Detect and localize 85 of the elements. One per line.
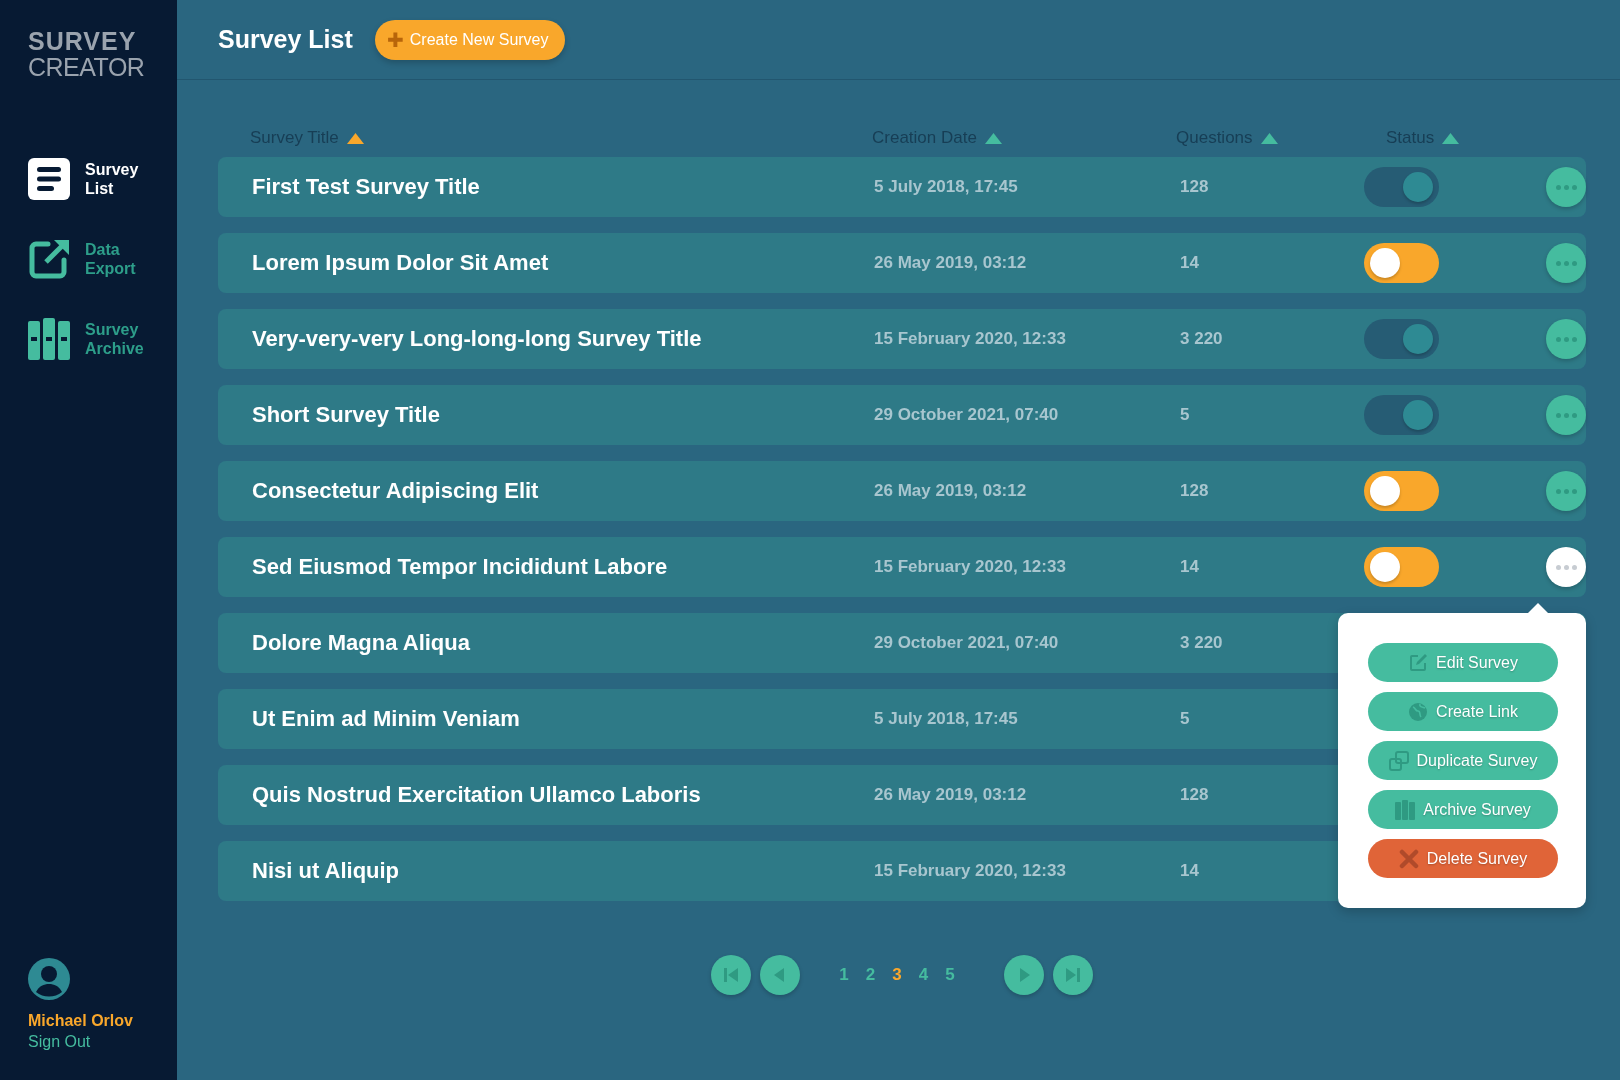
sidebar-item[interactable]: Survey Archive (85, 320, 144, 358)
survey-title: Ut Enim ad Minim Veniam (252, 706, 521, 732)
skip-forward-icon (1063, 966, 1082, 984)
question-count: 5 (1179, 709, 1191, 729)
logo-text: CREATOR (28, 54, 146, 80)
menu-item[interactable]: Duplicate Survey (1368, 741, 1558, 780)
duplicate-icon (1388, 750, 1409, 771)
creation-date: 26 May 2019, 03:12 (874, 785, 1028, 805)
sidebar-item[interactable]: Data Export (85, 240, 136, 278)
creation-date: 15 February 2020, 12:33 (874, 329, 1067, 349)
sort-arrow-icon (1442, 132, 1460, 144)
survey-title: Consectetur Adipiscing Elit (252, 478, 540, 504)
avatar-icon (28, 958, 70, 1000)
table-row[interactable]: Very-very-very Long-long-long Survey Title 15 February 2020, 12:33 3 220 (218, 309, 1586, 369)
creation-date: 29 October 2021, 07:40 (874, 405, 1060, 425)
creation-date: 26 May 2019, 03:12 (874, 253, 1028, 273)
question-count: 128 (1179, 177, 1210, 197)
survey-title: First Test Survey Title (252, 174, 481, 200)
share-arrow-icon (28, 238, 70, 280)
menu-item[interactable]: Create Link (1368, 692, 1558, 731)
status-toggle[interactable] (1364, 547, 1439, 587)
more-button[interactable] (1546, 471, 1586, 511)
more-button[interactable] (1546, 547, 1586, 587)
user-name: Michael Orlov (28, 1011, 134, 1031)
table-row[interactable]: First Test Survey Title 5 July 2018, 17:45 128 (218, 157, 1586, 217)
page-number[interactable]: 4 (918, 965, 929, 985)
books-icon (28, 318, 70, 360)
creation-date: 26 May 2019, 03:12 (874, 481, 1028, 501)
question-count: 14 (1179, 253, 1200, 273)
skip-back-icon (722, 966, 741, 984)
survey-title: Sed Eiusmod Tempor Incididunt Labore (252, 554, 669, 580)
more-button[interactable] (1546, 395, 1586, 435)
next-page-button[interactable] (1003, 955, 1044, 995)
survey-title: Quis Nostrud Exercitation Ullamco Laboris (252, 782, 702, 808)
status-toggle[interactable] (1364, 395, 1439, 435)
question-count: 3 220 (1179, 329, 1224, 349)
sort-arrow-icon (346, 132, 364, 144)
survey-title: Lorem Ipsum Dolor Sit Amet (252, 250, 550, 276)
first-page-button[interactable] (711, 955, 752, 995)
creation-date: 5 July 2018, 17:45 (874, 709, 1019, 729)
page-number[interactable]: 3 (892, 965, 902, 985)
more-button[interactable] (1546, 167, 1586, 207)
sort-arrow-icon (984, 132, 1002, 144)
previous-page-button[interactable] (760, 955, 801, 995)
status-toggle[interactable] (1364, 471, 1439, 511)
question-count: 3 220 (1179, 633, 1224, 653)
status-toggle[interactable] (1364, 167, 1439, 207)
more-button[interactable] (1546, 319, 1586, 359)
logo-text: SURVEY (28, 28, 138, 54)
page-number[interactable]: 1 (839, 965, 849, 985)
sign-out-link[interactable]: Sign Out (28, 1031, 177, 1052)
close-icon (1398, 848, 1419, 869)
creation-date: 15 February 2020, 12:33 (874, 861, 1067, 881)
globe-icon (1408, 701, 1429, 722)
survey-title: Short Survey Title (252, 402, 441, 428)
last-page-button[interactable] (1052, 955, 1093, 995)
survey-title: Dolore Magna Aliqua (252, 630, 471, 656)
question-count: 128 (1179, 481, 1210, 501)
edit-icon (1408, 652, 1429, 673)
survey-title: Very-very-very Long-long-long Survey Title (252, 326, 703, 352)
table-row[interactable]: Sed Eiusmod Tempor Incididunt Labore 15 February 2020, 12:33 14 (218, 537, 1586, 597)
books-icon (1395, 799, 1416, 820)
table-row[interactable]: Short Survey Title 29 October 2021, 07:40 5 (218, 385, 1586, 445)
table-row[interactable]: Lorem Ipsum Dolor Sit Amet 26 May 2019, 03:12 14 (218, 233, 1586, 293)
survey-title: Nisi ut Aliquip (252, 858, 401, 884)
menu-item[interactable]: Edit Survey (1368, 643, 1558, 682)
status-toggle[interactable] (1364, 319, 1439, 359)
menu-item[interactable]: Archive Survey (1368, 790, 1558, 829)
question-count: 5 (1179, 405, 1191, 425)
question-count: 128 (1179, 785, 1210, 805)
more-button[interactable] (1546, 243, 1586, 283)
sidebar-item[interactable]: Survey List (85, 160, 139, 198)
page-number[interactable]: 5 (945, 965, 955, 985)
creation-date: 5 July 2018, 17:45 (874, 177, 1019, 197)
page-title: Survey List (218, 25, 353, 54)
question-count: 14 (1179, 861, 1200, 881)
list-icon (28, 158, 70, 200)
create-survey-button[interactable]: ✚ Create New Survey (374, 19, 565, 60)
status-toggle[interactable] (1364, 243, 1439, 283)
page-number[interactable]: 2 (865, 965, 876, 985)
creation-date: 29 October 2021, 07:40 (874, 633, 1060, 653)
sort-arrow-icon (1260, 132, 1278, 144)
question-count: 14 (1179, 557, 1200, 577)
creation-date: 15 February 2020, 12:33 (874, 557, 1067, 577)
table-row[interactable]: Consectetur Adipiscing Elit 26 May 2019, 03:12 128 (218, 461, 1586, 521)
